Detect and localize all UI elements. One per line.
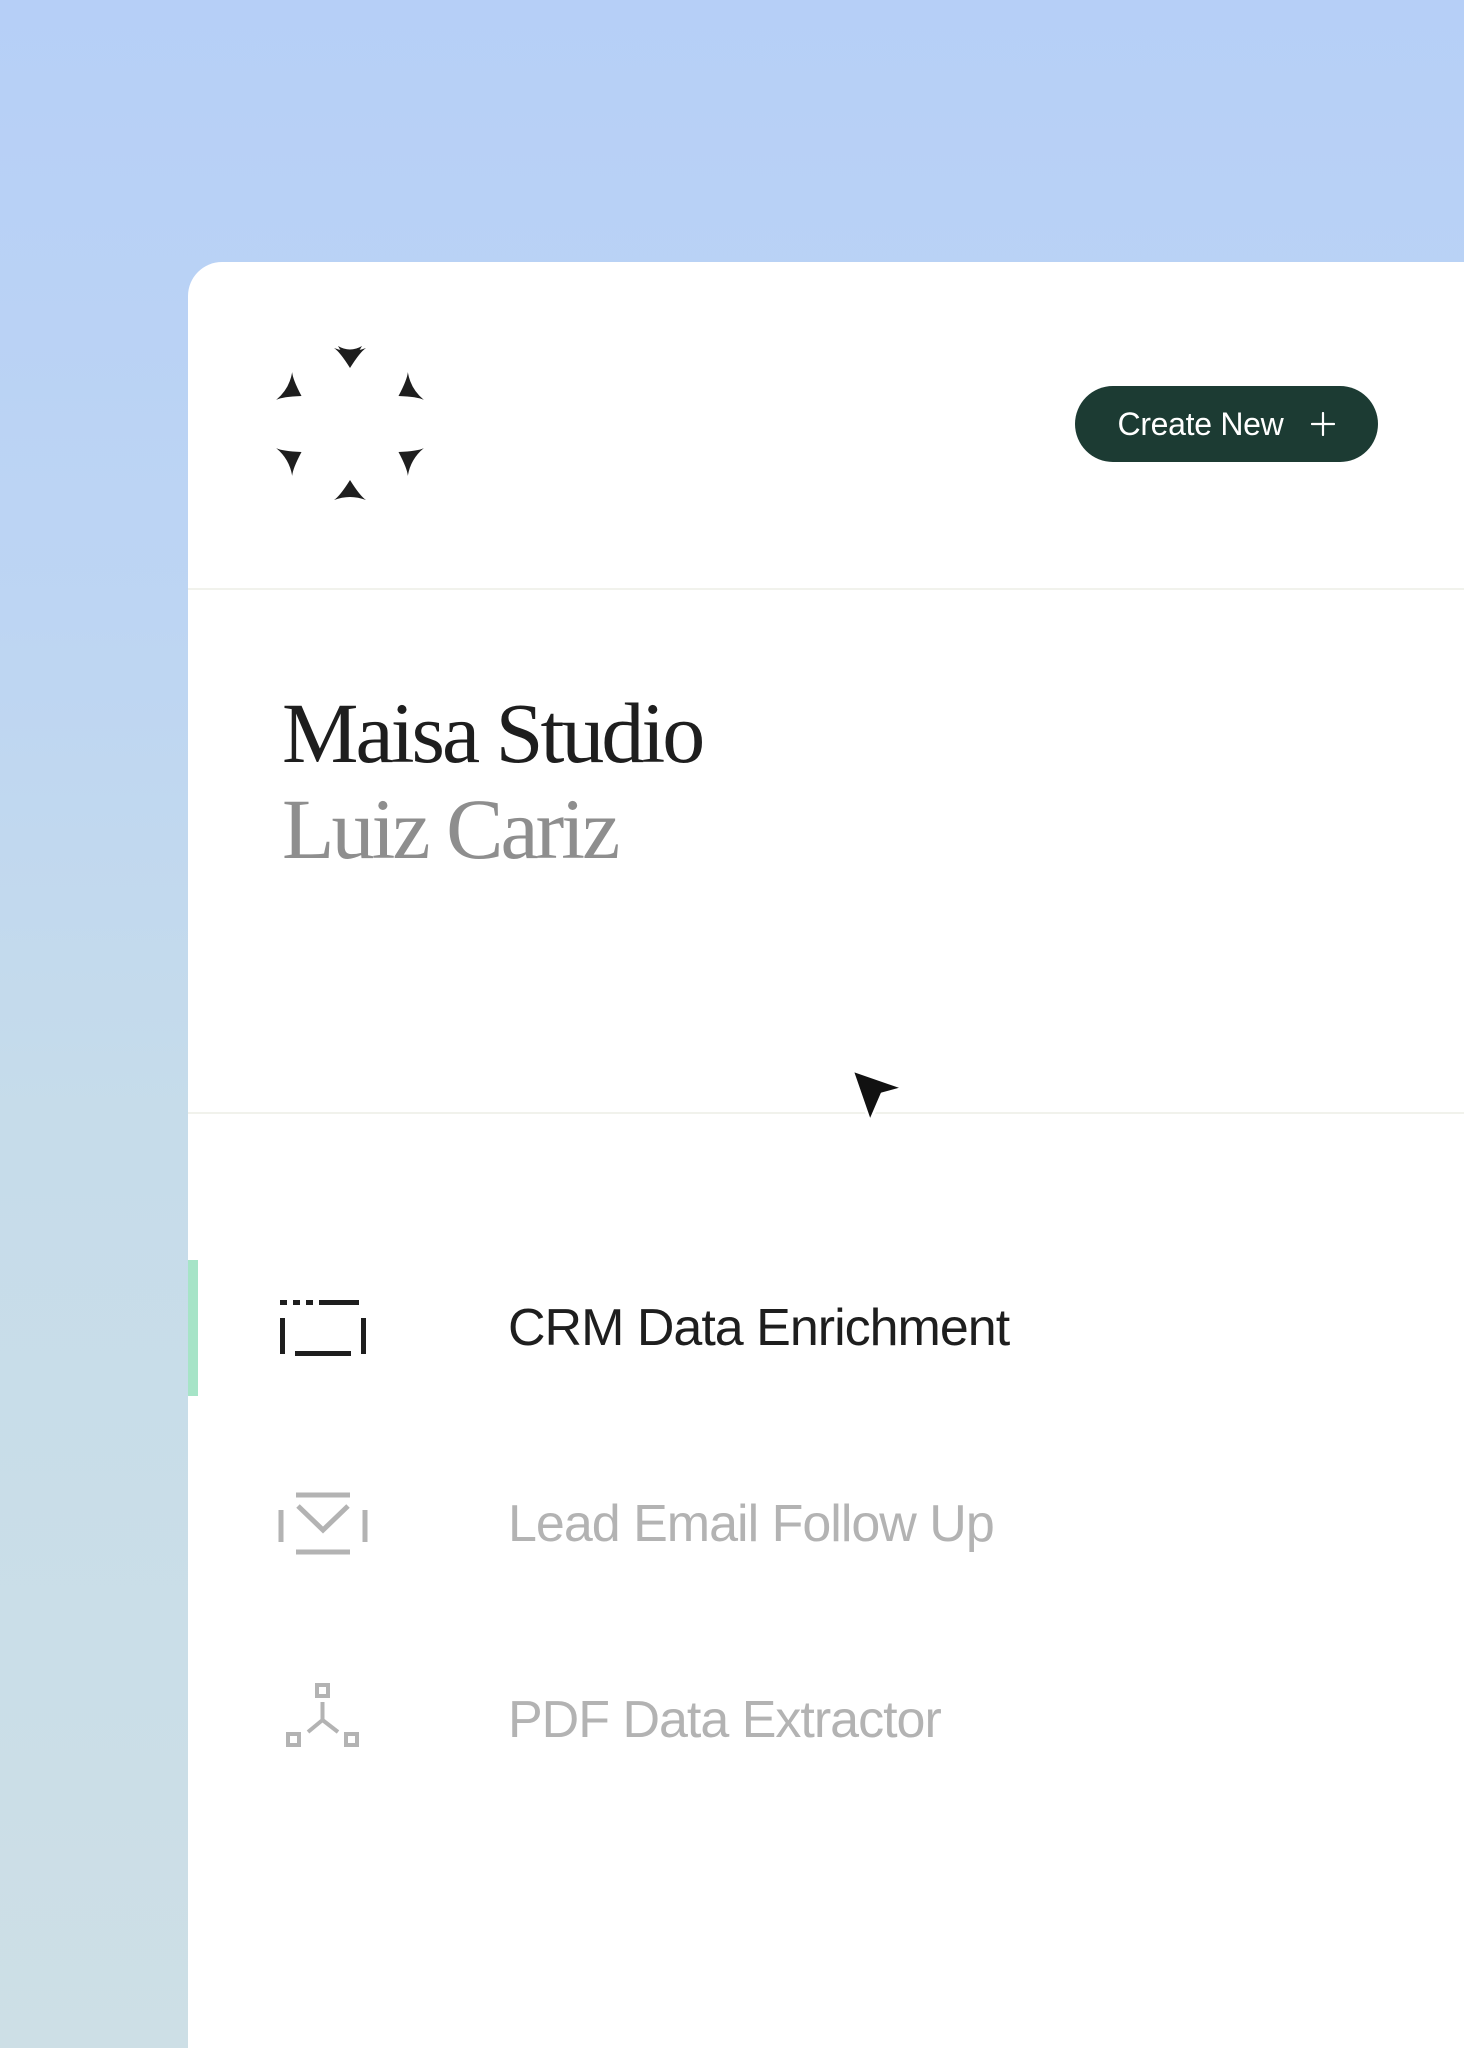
- workspace-name: Maisa Studio: [282, 685, 705, 781]
- plus-icon: [1311, 412, 1336, 436]
- create-new-label: Create New: [1117, 405, 1284, 442]
- app-panel: Create New Maisa Studio Luiz Cariz CRM D…: [188, 262, 1464, 2048]
- asterisk-star-logo-icon[interactable]: [270, 344, 430, 504]
- envelope-check-icon: [278, 1492, 368, 1555]
- nav-item-label: Lead Email Follow Up: [508, 1495, 995, 1553]
- nav-item-crm-data-enrichment[interactable]: CRM Data Enrichment: [188, 1260, 1464, 1396]
- create-new-button[interactable]: Create New: [1075, 386, 1378, 462]
- user-name: Luiz Cariz: [282, 781, 620, 877]
- dashed-frame-icon: [280, 1300, 366, 1356]
- active-indicator: [188, 1260, 198, 1396]
- nav-item-lead-email-follow-up[interactable]: Lead Email Follow Up: [188, 1456, 1464, 1592]
- nav-item-label: CRM Data Enrichment: [508, 1299, 1010, 1357]
- nav-item-label: PDF Data Extractor: [508, 1691, 942, 1749]
- top-bar: Create New: [188, 262, 1464, 590]
- nav-item-pdf-data-extractor[interactable]: PDF Data Extractor: [188, 1652, 1464, 1788]
- node-tree-icon: [286, 1683, 359, 1747]
